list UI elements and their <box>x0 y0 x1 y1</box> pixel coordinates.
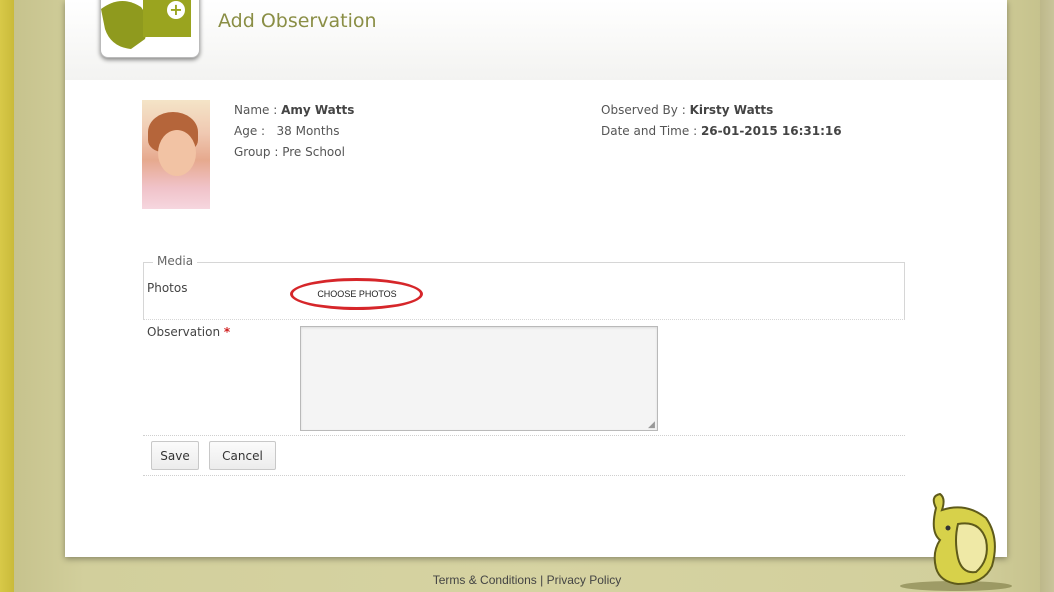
observation-textarea[interactable] <box>300 326 658 431</box>
child-name-label: Name : <box>234 103 282 117</box>
child-name: Amy Watts <box>281 103 355 117</box>
photos-label: Photos <box>147 281 188 295</box>
window-frame-right <box>1040 0 1054 592</box>
child-photo <box>142 100 210 209</box>
child-group-row: Group : Pre School <box>234 142 354 163</box>
choose-photos-button[interactable]: CHOOSE PHOTOS <box>308 283 406 303</box>
datetime-label: Date and Time : <box>601 124 701 138</box>
child-age-label: Age : <box>234 124 269 138</box>
window-frame-left <box>0 0 14 592</box>
panel-header: + Add Observation <box>65 0 1007 80</box>
media-legend: Media <box>153 254 198 268</box>
main-panel: + Add Observation Name : Amy Watts Age :… <box>65 0 1007 557</box>
elephant-mascot-icon <box>900 492 1012 591</box>
save-button[interactable]: Save <box>151 441 199 470</box>
media-fieldset <box>143 262 905 320</box>
child-age-row: Age : 38 Months <box>234 121 354 142</box>
observation-meta: Observed By : Kirsty Watts Date and Time… <box>601 100 842 142</box>
datetime-row: Date and Time : 26-01-2015 16:31:16 <box>601 121 842 142</box>
add-observation-plus-icon: + <box>167 1 185 19</box>
terms-link[interactable]: Terms & Conditions <box>433 573 537 587</box>
cancel-button[interactable]: Cancel <box>209 441 276 470</box>
divider-top <box>143 435 905 436</box>
required-mark: * <box>223 325 231 339</box>
child-info: Name : Amy Watts Age : 38 Months Group :… <box>234 100 354 163</box>
child-age: 38 Months <box>276 124 340 138</box>
observed-by-row: Observed By : Kirsty Watts <box>601 100 842 121</box>
child-group-label: Group : <box>234 145 283 159</box>
observed-by: Kirsty Watts <box>689 103 774 117</box>
divider-bottom <box>143 475 905 476</box>
resize-grip-icon[interactable]: ◢ <box>648 420 655 430</box>
page-title: Add Observation <box>218 10 377 32</box>
datetime: 26-01-2015 16:31:16 <box>700 124 842 138</box>
child-name-row: Name : Amy Watts <box>234 100 354 121</box>
footer-separator: | <box>540 573 544 587</box>
child-photo-face <box>158 130 196 176</box>
add-observation-logo: + <box>100 0 200 58</box>
child-group: Pre School <box>282 145 345 159</box>
privacy-link[interactable]: Privacy Policy <box>547 573 622 587</box>
observation-label-text: Observation <box>147 325 221 339</box>
observation-label: Observation * <box>147 325 230 339</box>
observed-by-label: Observed By : <box>601 103 690 117</box>
